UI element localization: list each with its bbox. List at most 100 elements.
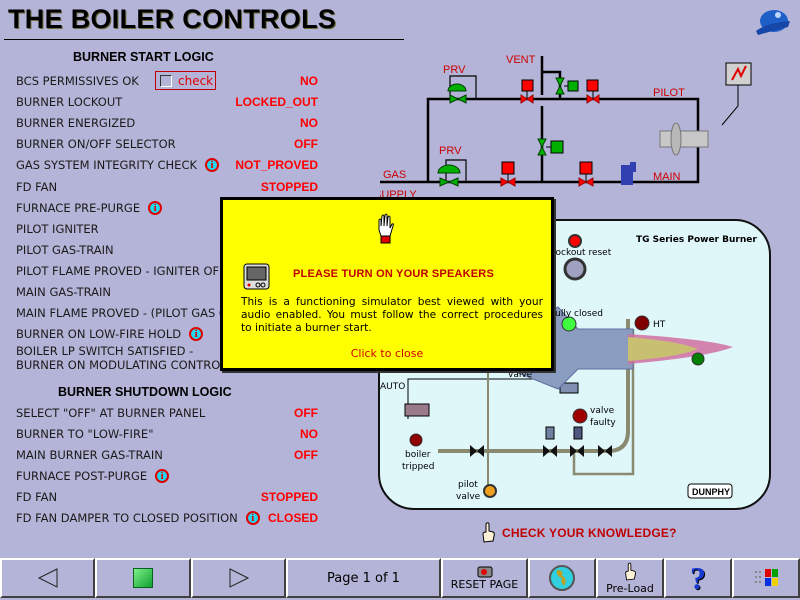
- left-arrow-icon: [37, 568, 57, 588]
- fully-closed-indicator: [561, 316, 577, 332]
- check-knowledge-link[interactable]: CHECK YOUR KNOWLEDGE?: [480, 522, 677, 544]
- boiler-tripped-indicator: [409, 433, 423, 447]
- row-label: MAIN GAS-TRAIN: [16, 285, 112, 299]
- row-label: FURNACE PRE-PURGE: [16, 200, 141, 215]
- valve-faulty-indicator: [572, 408, 588, 424]
- green-square-icon: [133, 568, 153, 588]
- speaker-notice-dialog[interactable]: PLEASE TURN ON YOUR SPEAKERS This is a f…: [220, 197, 554, 371]
- info-icon[interactable]: i: [148, 200, 163, 215]
- windows-button[interactable]: [732, 558, 800, 598]
- status-value: STOPPED: [260, 490, 318, 504]
- title-divider: [4, 39, 404, 40]
- row-label: GAS SYSTEM INTEGRITY CHECK: [16, 158, 198, 173]
- status-value: NOT_PROVED: [235, 158, 318, 173]
- ht-indicator: [634, 315, 650, 331]
- row-label: MAIN FLAME PROVED - (PILOT GAS OFF): [16, 306, 246, 321]
- row-label: FD FAN: [16, 179, 58, 194]
- help-button[interactable]: ?: [664, 558, 732, 598]
- status-value: OFF: [294, 448, 318, 462]
- row-label: BURNER ENERGIZED: [16, 116, 136, 131]
- info-icon[interactable]: i: [189, 327, 204, 342]
- row-label: PILOT IGNITER: [16, 221, 99, 236]
- preload-button[interactable]: Pre-Load: [596, 558, 664, 598]
- home-button[interactable]: [95, 558, 191, 598]
- shutdown-logic-row: FD FAN DAMPER TO CLOSED POSITION i CLOSED: [16, 508, 318, 528]
- flame-indicator: [691, 352, 705, 366]
- boiler-tripped-label-2: tripped: [402, 462, 434, 472]
- pointing-hand-icon: [625, 562, 636, 580]
- main-label: MAIN: [653, 171, 681, 183]
- question-mark-icon: ?: [690, 560, 706, 596]
- right-arrow-icon: [229, 568, 249, 588]
- globe-button[interactable]: [528, 558, 596, 598]
- row-label: BOILER LP SWITCH SATISFIED -: [16, 344, 194, 359]
- lockout-reset-label: lockout reset: [553, 248, 612, 258]
- check-label: check: [178, 73, 214, 88]
- speaker-icon: [243, 263, 270, 290]
- pilot-valve-label-2: valve: [456, 492, 481, 502]
- reset-page-button[interactable]: RESET PAGE: [441, 558, 528, 598]
- burner-nozzle-icon: [659, 122, 709, 156]
- gas-train-schematic: VENT PRV PRV PILOT MAIN GAS SUPPLY: [380, 54, 752, 201]
- reset-button-icon: [477, 566, 492, 577]
- start-logic-row: BURNER ON/OFF SELECTOR OFF: [16, 134, 318, 154]
- row-label: FD FAN DAMPER TO CLOSED POSITION: [16, 511, 238, 525]
- ignition-transformer-icon: [721, 62, 752, 126]
- start-logic-row: GAS SYSTEM INTEGRITY CHECK i NOT_PROVED: [16, 155, 318, 175]
- click-to-close-link[interactable]: Click to close: [223, 347, 551, 360]
- shutdown-logic-row: FD FAN STOPPED: [16, 487, 318, 507]
- previous-page-button[interactable]: [0, 558, 95, 598]
- bcs-check-button[interactable]: check: [155, 71, 216, 90]
- row-label-line2: BURNER ON MODULATING CONTROL: [16, 358, 227, 373]
- info-icon[interactable]: i: [205, 158, 220, 173]
- bottom-navigation: Page 1 of 1 RESET PAGE Pre-Load ?: [0, 558, 800, 600]
- status-value: OFF: [294, 137, 318, 152]
- pilot-valve-label-1: pilot: [458, 480, 478, 490]
- brand-label: DUNPHY: [692, 487, 730, 497]
- info-icon[interactable]: i: [245, 511, 260, 525]
- pointing-hand-icon: [482, 522, 495, 543]
- shutdown-logic-row: FURNACE POST-PURGE i: [16, 466, 318, 486]
- row-label: FD FAN: [16, 490, 58, 504]
- next-page-button[interactable]: [191, 558, 286, 598]
- reset-page-label: RESET PAGE: [450, 577, 519, 591]
- start-logic-heading: BURNER START LOGIC: [73, 50, 214, 64]
- shutdown-logic-row: MAIN BURNER GAS-TRAIN OFF: [16, 445, 318, 465]
- start-logic-row: BURNER ENERGIZED NO: [16, 113, 318, 133]
- valve-faulty-label-2: faulty: [590, 418, 616, 428]
- gas-label: GAS: [383, 169, 406, 181]
- main-valve-1: [500, 161, 516, 187]
- status-value: NO: [300, 116, 318, 131]
- row-label: BCS PERMISSIVES OK: [16, 74, 139, 88]
- row-label: PILOT GAS-TRAIN: [16, 242, 114, 257]
- main-valve-2: [578, 161, 594, 187]
- page-title: THE BOILER CONTROLS: [8, 4, 337, 34]
- pilot-label: PILOT: [653, 87, 685, 99]
- vent-valve-main: [537, 138, 564, 156]
- status-value: STOPPED: [260, 179, 318, 194]
- row-label: BURNER LOCKOUT: [16, 95, 123, 110]
- status-value: NO: [300, 74, 318, 88]
- page-indicator: Page 1 of 1: [286, 558, 441, 598]
- row-label: SELECT "OFF" AT BURNER PANEL: [16, 406, 206, 420]
- row-label: BURNER ON LOW-FIRE HOLD: [16, 327, 182, 342]
- row-label: MAIN BURNER GAS-TRAIN: [16, 448, 163, 462]
- lockout-indicator: [568, 234, 582, 248]
- checkbox[interactable]: [160, 74, 172, 87]
- start-logic-row: BURNER LOCKOUT LOCKED_OUT: [16, 92, 318, 112]
- boiler-tripped-label-1: boiler: [405, 450, 431, 460]
- info-icon[interactable]: i: [155, 469, 170, 483]
- fully-closed-label: fully closed: [552, 309, 603, 319]
- status-value: CLOSED: [267, 511, 318, 525]
- status-value: LOCKED_OUT: [235, 95, 318, 110]
- row-label: FURNACE POST-PURGE: [16, 469, 148, 483]
- check-knowledge-label: CHECK YOUR KNOWLEDGE?: [502, 526, 677, 540]
- valve-faulty-label-1: valve: [590, 406, 615, 416]
- dialog-title: PLEASE TURN ON YOUR SPEAKERS: [293, 268, 494, 280]
- pilot-valve-1: [520, 79, 534, 104]
- shutdown-logic-row: SELECT "OFF" AT BURNER PANEL OFF: [16, 403, 318, 423]
- auto-label: AUTO: [380, 382, 405, 392]
- status-value: OFF: [294, 406, 318, 420]
- prv-bottom-label: PRV: [439, 145, 462, 157]
- lockout-reset-button: [563, 257, 587, 281]
